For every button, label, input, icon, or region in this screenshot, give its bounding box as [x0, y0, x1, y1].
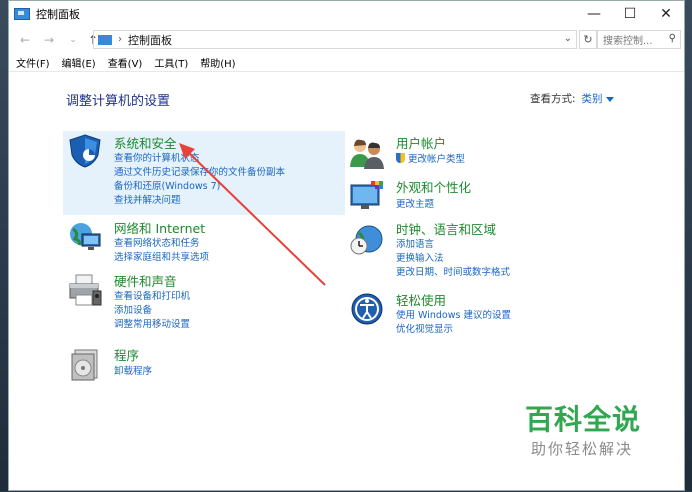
link-devices-printers[interactable]: 查看设备和打印机 [114, 288, 190, 302]
link-change-theme[interactable]: 更改主题 [396, 196, 434, 210]
menu-bar: 文件(F) 编辑(E) 查看(V) 工具(T) 帮助(H) [9, 54, 684, 72]
close-button[interactable]: ✕ [648, 1, 684, 27]
shield-icon [69, 134, 101, 168]
category-system-security[interactable]: 系统和安全 查看你的计算机状态 通过文件历史记录保存你的文件备份副本 备份和还原… [63, 131, 345, 215]
menu-file[interactable]: 文件(F) [16, 55, 50, 70]
maximize-button[interactable]: ☐ [612, 1, 648, 27]
control-panel-icon [14, 8, 30, 20]
forward-arrow-icon[interactable]: → [39, 30, 59, 50]
link-change-date-time-format[interactable]: 更改日期、时间或数字格式 [396, 264, 510, 278]
category-appearance[interactable]: 外观和个性化 更改主题 [345, 177, 627, 215]
menu-edit[interactable]: 编辑(E) [62, 55, 96, 70]
category-programs[interactable]: 程序 卸载程序 [63, 344, 345, 384]
view-by-label: 查看方式: [530, 93, 576, 105]
window-controls: — ☐ ✕ [576, 1, 684, 27]
view-by-dropdown[interactable]: 类别 [582, 93, 603, 105]
back-arrow-icon[interactable]: ← [15, 30, 35, 50]
category-title-programs[interactable]: 程序 [114, 345, 139, 364]
desktop-background-right [684, 0, 692, 491]
watermark-subtitle: 助你轻松解决 [531, 440, 634, 458]
link-add-language[interactable]: 添加语言 [396, 236, 434, 250]
address-bar[interactable]: › 控制面板 ⌄ [93, 30, 577, 49]
breadcrumb-separator-icon[interactable]: › [118, 34, 122, 45]
search-input[interactable]: 搜索控制... ⚲ [597, 30, 681, 49]
link-add-device[interactable]: 添加设备 [114, 302, 152, 316]
search-placeholder: 搜索控制... [603, 36, 653, 47]
category-network-internet[interactable]: 网络和 Internet 查看网络状态和任务 选择家庭组和共享选项 [63, 217, 345, 265]
category-title-appearance[interactable]: 外观和个性化 [396, 177, 471, 196]
dropdown-arrow-icon[interactable] [605, 96, 614, 102]
link-homegroup-sharing[interactable]: 选择家庭组和共享选项 [114, 249, 209, 263]
monitor-palette-icon [350, 181, 383, 209]
menu-tools[interactable]: 工具(T) [154, 55, 188, 70]
users-icon [350, 139, 384, 169]
recent-chevron-icon[interactable]: ⌄ [63, 30, 83, 50]
menu-view[interactable]: 查看(V) [108, 55, 143, 70]
search-icon[interactable]: ⚲ [669, 33, 676, 44]
title-bar[interactable]: 控制面板 — ☐ ✕ [9, 1, 684, 27]
page-title: 调整计算机的设置 [66, 94, 171, 109]
link-backup-restore[interactable]: 备份和还原(Windows 7) [114, 178, 220, 192]
category-hardware-sound[interactable]: 硬件和声音 查看设备和打印机 添加设备 调整常用移动设置 [63, 271, 345, 333]
desktop-background-left [0, 0, 8, 491]
view-by: 查看方式: 类别 [530, 91, 614, 106]
link-network-status[interactable]: 查看网络状态和任务 [114, 235, 200, 249]
uac-shield-icon [396, 153, 405, 163]
control-panel-icon [98, 34, 112, 45]
link-change-account-type-label: 更改帐户类型 [408, 154, 466, 165]
menu-help[interactable]: 帮助(H) [200, 55, 235, 70]
ease-of-access-icon [351, 293, 383, 325]
printer-icon [69, 274, 102, 306]
link-troubleshoot[interactable]: 查找并解决问题 [114, 192, 181, 206]
network-globe-icon [70, 223, 101, 250]
window-title: 控制面板 [36, 8, 80, 21]
link-change-input-method[interactable]: 更换输入法 [396, 250, 444, 264]
navigation-bar: ← → ⌄ ↑ › 控制面板 ⌄ ↻ 搜索控制... ⚲ [9, 27, 684, 53]
link-mobility-settings[interactable]: 调整常用移动设置 [114, 316, 190, 330]
category-ease-of-access[interactable]: 轻松使用 使用 Windows 建议的设置 优化视觉显示 [345, 289, 627, 337]
programs-disc-icon [71, 349, 98, 381]
chevron-down-icon[interactable]: ⌄ [564, 33, 572, 44]
link-file-history-backup[interactable]: 通过文件历史记录保存你的文件备份副本 [114, 164, 285, 178]
link-optimize-visual-display[interactable]: 优化视觉显示 [396, 321, 453, 335]
refresh-icon[interactable]: ↻ [579, 30, 597, 49]
watermark-title: 百科全说 [525, 403, 642, 436]
minimize-button[interactable]: — [576, 1, 612, 27]
clock-globe-icon [350, 225, 383, 255]
category-title-user-accounts[interactable]: 用户帐户 [396, 133, 446, 152]
link-change-account-type[interactable]: 更改帐户类型 [396, 151, 465, 165]
category-clock-language-region[interactable]: 时钟、语言和区域 添加语言 更换输入法 更改日期、时间或数字格式 [345, 219, 627, 283]
breadcrumb-control-panel[interactable]: 控制面板 [128, 32, 172, 48]
link-windows-recommended-settings[interactable]: 使用 Windows 建议的设置 [396, 307, 511, 321]
link-uninstall-program[interactable]: 卸载程序 [114, 363, 152, 377]
category-user-accounts[interactable]: 用户帐户 更改帐户类型 [345, 133, 627, 169]
link-view-computer-status[interactable]: 查看你的计算机状态 [114, 150, 200, 164]
control-panel-window: 控制面板 — ☐ ✕ ← → ⌄ ↑ › 控制面板 ⌄ ↻ 搜索控制... ⚲ … [8, 0, 685, 491]
